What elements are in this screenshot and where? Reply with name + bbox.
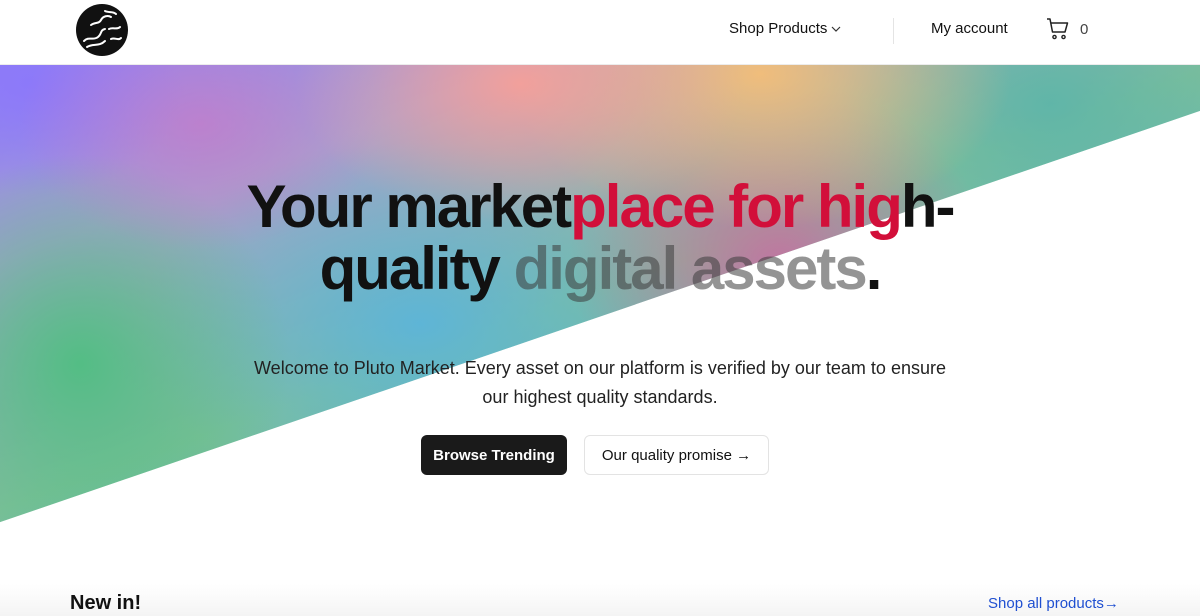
shop-products-label: Shop Products xyxy=(729,20,828,37)
cart-count: 0 xyxy=(1080,20,1089,38)
hero-title-part: h- xyxy=(900,173,956,240)
shop-products-menu[interactable]: Shop Products xyxy=(729,20,841,37)
quality-promise-button[interactable]: Our quality promise → xyxy=(584,435,769,475)
chevron-down-icon xyxy=(831,26,841,32)
hero-gradient-background xyxy=(0,64,1200,523)
hero-title-part: Your market xyxy=(246,173,572,240)
my-account-link[interactable]: My account xyxy=(931,20,1008,37)
hero-description: Welcome to Pluto Market. Every asset on … xyxy=(254,358,946,407)
hero-title: Your marketplace for high- quality digit… xyxy=(0,176,1200,300)
hero-title-part: quality xyxy=(319,235,514,302)
cart-button[interactable]: 0 xyxy=(1046,17,1088,41)
hero-title-part: . xyxy=(865,235,883,302)
new-in-title: New in! xyxy=(70,592,142,614)
hero-title-highlight: place for hig xyxy=(570,173,903,240)
site-header: Shop Products My account 0 xyxy=(0,0,1200,65)
cart-icon xyxy=(1047,18,1069,40)
browse-trending-button[interactable]: Browse Trending xyxy=(421,435,567,475)
shop-all-products-link[interactable]: Shop all products→ xyxy=(988,595,1119,612)
nav-divider xyxy=(893,18,894,44)
hero-section: Your marketplace for high- quality digit… xyxy=(0,64,1200,616)
globe-logo-icon[interactable] xyxy=(75,3,129,57)
hero-title-muted: digital assets xyxy=(513,235,868,302)
